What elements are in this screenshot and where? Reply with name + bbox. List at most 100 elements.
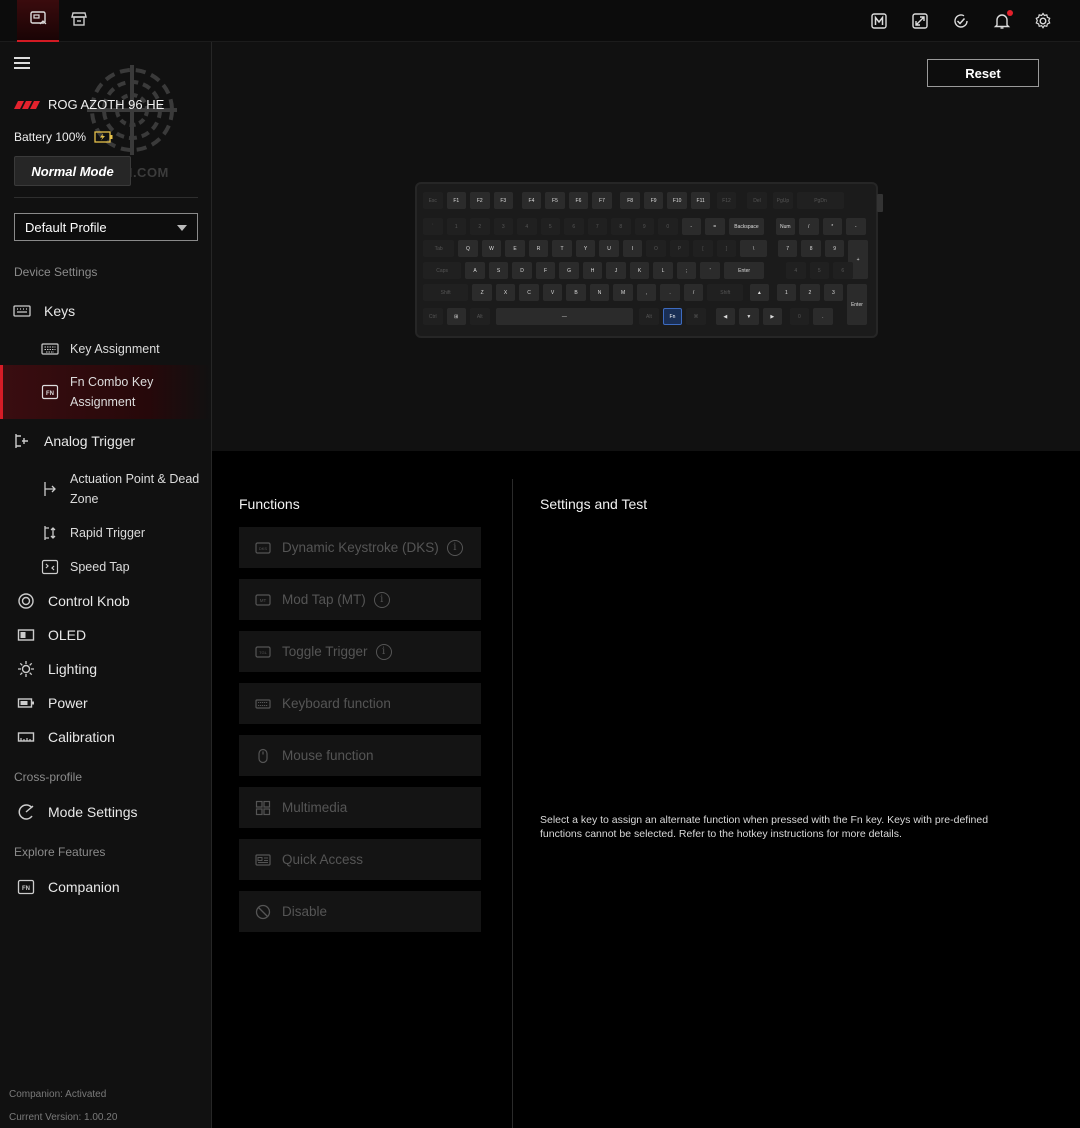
sidebar-item-analog-trigger[interactable]: Analog Trigger: [0, 430, 211, 452]
keyboard-key[interactable]: .: [660, 284, 680, 301]
keyboard-key[interactable]: 5: [809, 262, 830, 279]
keyboard-key[interactable]: F9: [643, 192, 664, 209]
keyboard-key[interactable]: 0: [658, 218, 678, 235]
keyboard-key[interactable]: Del: [747, 192, 767, 209]
function-option-keyboard[interactable]: Keyboard function: [239, 683, 481, 724]
keyboard-key[interactable]: J: [606, 262, 626, 279]
keyboard-key[interactable]: C: [519, 284, 539, 301]
sidebar-item-fn-combo[interactable]: FN Fn Combo Key Assignment: [0, 365, 211, 419]
function-option-disable[interactable]: Disable: [239, 891, 481, 932]
keyboard-key[interactable]: 3: [493, 218, 513, 235]
info-icon[interactable]: i: [446, 539, 463, 556]
sidebar-item-speed-tap[interactable]: Speed Tap: [0, 556, 211, 578]
keyboard-key[interactable]: B: [566, 284, 586, 301]
keyboard-key[interactable]: F8: [620, 192, 640, 209]
info-icon[interactable]: i: [375, 643, 392, 660]
settings-gear-icon[interactable]: [1033, 11, 1053, 31]
keyboard-key[interactable]: Y: [575, 240, 596, 257]
keyboard-key[interactable]: Alt: [639, 308, 659, 325]
keyboard-key[interactable]: ⊞: [446, 308, 466, 325]
mode-button[interactable]: Normal Mode: [14, 156, 131, 186]
keyboard-key[interactable]: \: [740, 240, 767, 257]
function-option-mt[interactable]: MT Mod Tap (MT) i: [239, 579, 481, 620]
keyboard-key[interactable]: E: [505, 240, 525, 257]
keyboard-key[interactable]: -: [846, 218, 866, 235]
function-option-toggle-trigger[interactable]: TGL Toggle Trigger i: [239, 631, 481, 672]
keyboard-key[interactable]: F11: [690, 192, 711, 209]
keyboard-key[interactable]: PgDn: [796, 192, 845, 209]
keyboard-key[interactable]: Backspace: [728, 218, 765, 235]
keyboard-key[interactable]: ;: [676, 262, 697, 279]
info-icon[interactable]: i: [373, 591, 390, 608]
tab-store[interactable]: [58, 0, 100, 42]
keyboard-key[interactable]: L: [653, 262, 673, 279]
keyboard-key[interactable]: G: [559, 262, 579, 279]
profile-dropdown[interactable]: Default Profile: [14, 213, 198, 241]
keyboard-key[interactable]: Esc: [423, 192, 443, 209]
sidebar-item-companion[interactable]: FN Companion: [0, 876, 211, 898]
keyboard-key[interactable]: Shift: [707, 284, 744, 301]
keyboard-key[interactable]: Q: [458, 240, 478, 257]
sidebar-item-rapid-trigger[interactable]: Rapid Trigger: [0, 522, 211, 544]
keyboard-key[interactable]: F3: [493, 192, 513, 209]
keyboard-key[interactable]: W: [481, 240, 502, 257]
keyboard-key[interactable]: F12: [716, 192, 737, 209]
keyboard-key[interactable]: F: [535, 262, 556, 279]
sidebar-item-keys[interactable]: Keys: [0, 300, 211, 322]
keyboard-key[interactable]: P: [669, 240, 690, 257]
sidebar-item-key-assignment[interactable]: Key Assignment: [0, 338, 211, 360]
keyboard-key[interactable]: ▶: [762, 308, 783, 325]
sidebar-item-mode-settings[interactable]: Mode Settings: [0, 801, 211, 823]
keyboard-key[interactable]: Enter: [723, 262, 765, 279]
sidebar-item-calibration[interactable]: Calibration: [0, 726, 211, 748]
keyboard-key[interactable]: 7: [587, 218, 607, 235]
keyboard-key[interactable]: D: [512, 262, 532, 279]
keyboard-key[interactable]: F6: [568, 192, 589, 209]
keyboard-key[interactable]: 8: [801, 240, 821, 257]
key-fn-selected[interactable]: Fn: [662, 308, 683, 325]
reset-button[interactable]: Reset: [927, 59, 1039, 87]
keyboard-key[interactable]: —: [495, 308, 633, 325]
keyboard-key[interactable]: -: [681, 218, 701, 235]
function-option-quick-access[interactable]: Quick Access: [239, 839, 481, 880]
sidebar-item-lighting[interactable]: Lighting: [0, 658, 211, 680]
keyboard-key[interactable]: 7: [777, 240, 798, 257]
tab-device[interactable]: [17, 0, 59, 42]
keyboard-key[interactable]: U: [599, 240, 619, 257]
keyboard-key[interactable]: 6: [833, 262, 853, 279]
keyboard-key[interactable]: ': [700, 262, 720, 279]
hamburger-menu-icon[interactable]: [14, 57, 30, 69]
keyboard-key[interactable]: A: [465, 262, 485, 279]
keyboard-key[interactable]: Tab: [423, 240, 455, 257]
keyboard-key[interactable]: 2: [800, 284, 820, 301]
keyboard-key[interactable]: 1: [446, 218, 466, 235]
keyboard-key[interactable]: 2: [470, 218, 490, 235]
keyboard-key[interactable]: V: [542, 284, 563, 301]
keyboard-key[interactable]: 3: [823, 284, 844, 301]
keyboard-key[interactable]: `: [423, 218, 443, 235]
keyboard-key[interactable]: Z: [472, 284, 492, 301]
keyboard-key[interactable]: Caps: [423, 262, 462, 279]
keyboard-key[interactable]: N: [589, 284, 610, 301]
keyboard-key[interactable]: F10: [667, 192, 687, 209]
sidebar-item-oled[interactable]: OLED: [0, 624, 211, 646]
keyboard-key[interactable]: ,: [636, 284, 657, 301]
keyboard-key[interactable]: Alt: [470, 308, 490, 325]
keyboard-key[interactable]: ⌘: [686, 308, 706, 325]
keyboard-key[interactable]: ◀: [715, 308, 736, 325]
keyboard-key[interactable]: 4: [517, 218, 537, 235]
function-option-multimedia[interactable]: Multimedia: [239, 787, 481, 828]
keyboard-key[interactable]: 6: [564, 218, 584, 235]
keyboard-key[interactable]: Ctrl: [423, 308, 443, 325]
keyboard-key[interactable]: ▲: [749, 284, 770, 301]
keyboard-key[interactable]: X: [495, 284, 516, 301]
keyboard-key[interactable]: F7: [592, 192, 612, 209]
keyboard-key[interactable]: 9: [824, 240, 845, 257]
keyboard-key[interactable]: *: [822, 218, 842, 235]
keyboard-key[interactable]: F1: [446, 192, 466, 209]
keyboard-key[interactable]: Shift: [423, 284, 469, 301]
keyboard-key[interactable]: 8: [611, 218, 631, 235]
keyboard-key[interactable]: T: [552, 240, 572, 257]
keyboard-key[interactable]: .: [813, 308, 833, 325]
keyboard-key[interactable]: 4: [786, 262, 806, 279]
